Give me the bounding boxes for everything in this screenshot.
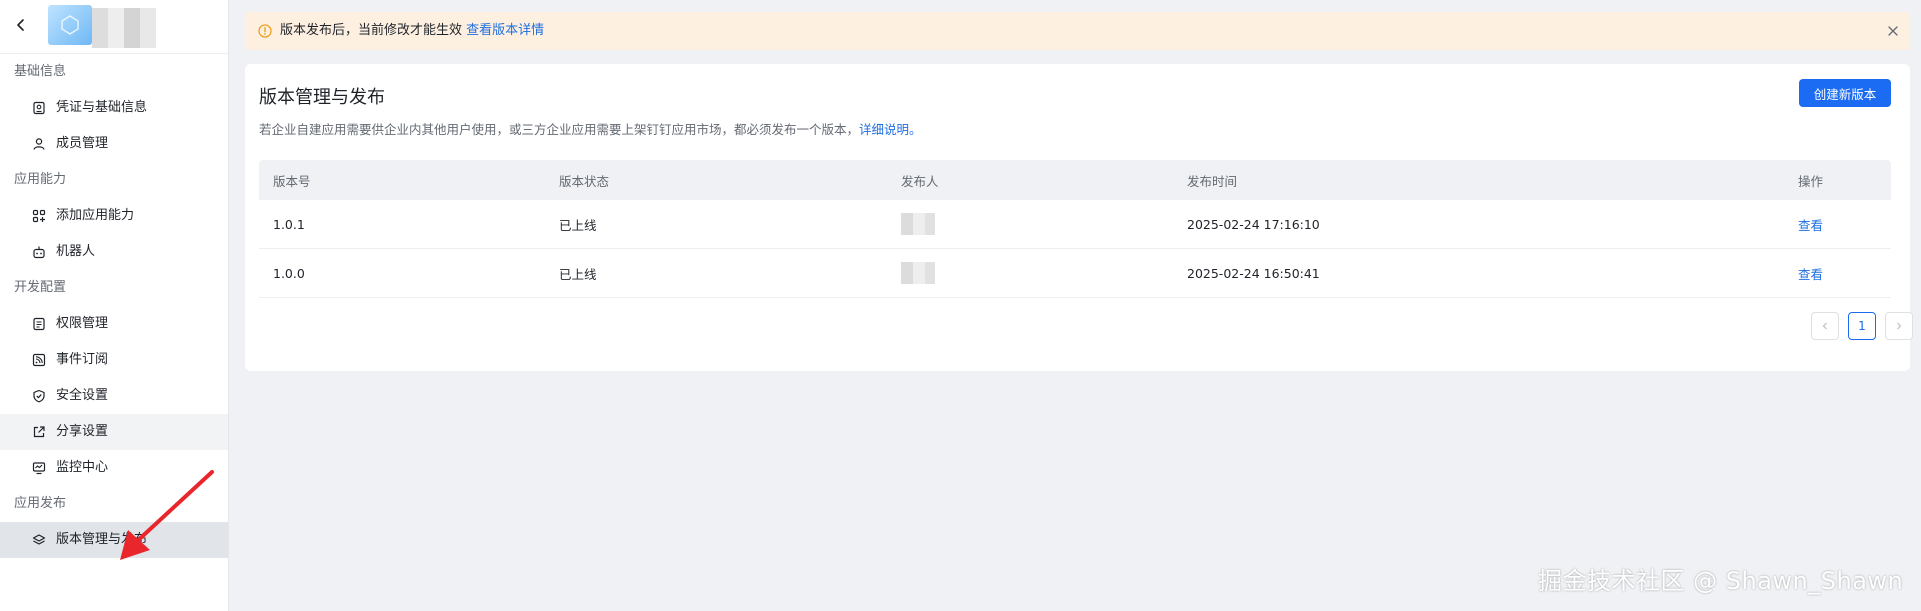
cell-status: 已上线: [559, 217, 597, 233]
table-header: 版本号 版本状态 发布人 发布时间 操作: [259, 160, 1891, 200]
sidebar-header: [0, 0, 228, 54]
monitor-icon: [32, 462, 46, 475]
cell-time: 2025-02-24 16:50:41: [1187, 265, 1320, 281]
cell-version: 1.0.1: [273, 216, 305, 232]
section-app-capabilities: 应用能力: [14, 172, 67, 187]
header-version: 版本号: [273, 173, 311, 189]
chevron-right-icon: [1897, 322, 1902, 330]
prev-page-button[interactable]: [1811, 312, 1839, 340]
sidebar-item-permissions[interactable]: 权限管理: [0, 306, 228, 342]
details-link[interactable]: 详细说明。: [859, 122, 922, 137]
close-icon[interactable]: [1886, 24, 1900, 38]
user-icon: [33, 138, 45, 150]
sidebar-item-label: 安全设置: [56, 388, 109, 403]
version-management-card: 版本管理与发布 若企业自建应用需要供企业内其他用户使用，或三方企业应用需要上架钉…: [245, 64, 1913, 371]
sidebar-item-label: 监控中心: [56, 460, 109, 475]
page-description: 若企业自建应用需要供企业内其他用户使用，或三方企业应用需要上架钉钉应用市场，都必…: [259, 119, 922, 138]
view-link[interactable]: 查看: [1798, 249, 1823, 297]
publisher-avatar-redacted: [901, 213, 935, 235]
sidebar-item-label: 权限管理: [56, 316, 109, 331]
description-text: 若企业自建应用需要供企业内其他用户使用，或三方企业应用需要上架钉钉应用市场，都必…: [259, 122, 860, 137]
header-publisher: 发布人: [901, 173, 939, 189]
view-version-details-link[interactable]: 查看版本详情: [466, 23, 544, 38]
sidebar-item-credentials[interactable]: 凭证与基础信息: [0, 90, 228, 126]
next-page-button[interactable]: [1885, 312, 1913, 340]
sidebar-item-members[interactable]: 成员管理: [0, 126, 228, 162]
sidebar-item-label: 分享设置: [56, 424, 109, 439]
sidebar-item-security[interactable]: 安全设置: [0, 378, 228, 414]
app-name-redacted: [92, 8, 156, 48]
header-status: 版本状态: [559, 173, 610, 189]
cell-status: 已上线: [559, 266, 597, 282]
page-button-current[interactable]: 1: [1848, 312, 1876, 340]
watermark: 掘金技术社区 @ Shawn_Shawn: [1538, 567, 1904, 595]
notice-banner: 版本发布后，当前修改才能生效 查看版本详情: [245, 12, 1910, 50]
robot-icon: [33, 246, 45, 259]
sidebar-item-add-capability[interactable]: 添加应用能力: [0, 198, 228, 234]
share-icon: [33, 426, 45, 438]
section-dev-config: 开发配置: [14, 280, 67, 295]
sidebar-item-label: 成员管理: [56, 136, 109, 151]
sidebar-item-share[interactable]: 分享设置: [0, 414, 228, 450]
sidebar-item-label: 凭证与基础信息: [56, 100, 148, 115]
view-link[interactable]: 查看: [1798, 200, 1823, 248]
cell-publisher: [901, 249, 935, 297]
sidebar-item-robot[interactable]: 机器人: [0, 234, 228, 270]
banner-text: 版本发布后，当前修改才能生效: [280, 23, 463, 38]
create-version-button[interactable]: 创建新版本: [1799, 79, 1891, 107]
rss-icon: [32, 353, 46, 367]
warning-icon: [258, 24, 272, 38]
back-arrow-icon[interactable]: [12, 16, 30, 34]
sidebar-item-label: 事件订阅: [56, 352, 109, 367]
table-row: 1.0.0 已上线 2025-02-24 16:50:41 查看: [259, 249, 1891, 298]
annotation-arrow-icon: [120, 470, 214, 560]
section-basic-info: 基础信息: [14, 64, 67, 79]
versions-table: 版本号 版本状态 发布人 发布时间 操作 1.0.1 已上线 2025-02-2…: [259, 160, 1891, 298]
layers-icon: [32, 534, 46, 545]
credential-icon: [33, 101, 45, 115]
page-title: 版本管理与发布: [259, 87, 385, 108]
cell-publisher: [901, 200, 935, 248]
shield-icon: [33, 389, 45, 403]
chevron-left-icon: [1822, 322, 1827, 330]
sidebar-item-label: 机器人: [56, 244, 96, 259]
header-time: 发布时间: [1187, 173, 1238, 189]
apps-add-icon: [32, 209, 46, 223]
permission-icon: [33, 317, 45, 331]
sidebar-item-events[interactable]: 事件订阅: [0, 342, 228, 378]
table-row: 1.0.1 已上线 2025-02-24 17:16:10 查看: [259, 200, 1891, 249]
app-logo: [48, 5, 92, 45]
header-actions: 操作: [1798, 173, 1824, 189]
sidebar-item-label: 添加应用能力: [56, 208, 135, 223]
cell-version: 1.0.0: [273, 265, 305, 281]
publisher-avatar-redacted: [901, 262, 935, 284]
cell-time: 2025-02-24 17:16:10: [1187, 216, 1320, 232]
